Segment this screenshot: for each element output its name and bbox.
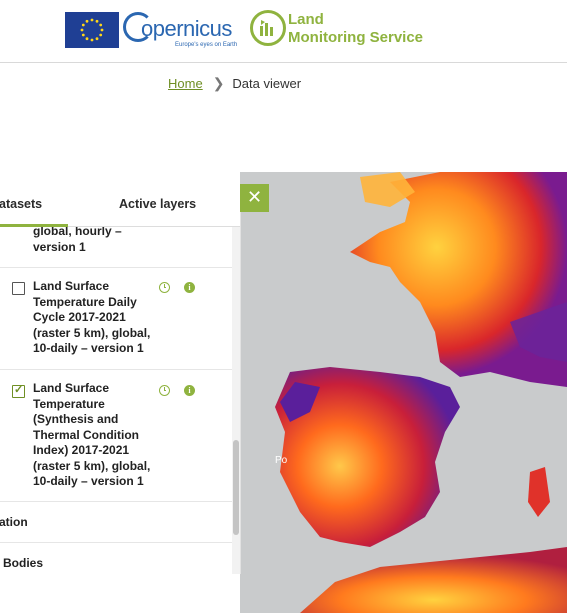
datasets-panel: atasets Active layers global, hourly – v…: [0, 184, 241, 574]
copernicus-tagline: Europe's eyes on Earth: [175, 42, 238, 48]
dataset-title-line: Cycle 2017-2021: [33, 310, 126, 324]
tab-active-layers[interactable]: Active layers: [119, 197, 196, 211]
clock-icon[interactable]: [159, 385, 170, 396]
checkmark-icon: ✓: [14, 384, 24, 396]
service-title-line2: Monitoring Service: [288, 29, 424, 46]
category-item[interactable]: Bodies: [0, 542, 232, 574]
list-item: ✓ Land Surface Temperature (Synthesis an…: [0, 369, 232, 502]
list-item-text: version 1: [33, 239, 86, 254]
close-panel-button[interactable]: ✕: [240, 184, 269, 212]
dataset-title: Land Surface Temperature Daily Cycle 201…: [33, 279, 153, 357]
dataset-title-line: 10-daily – version 1: [33, 474, 144, 488]
copernicus-logo[interactable]: opernicus Europe's eyes on Earth: [123, 10, 237, 50]
service-title-line1: Land: [288, 11, 324, 28]
chevron-right-icon: ❯: [212, 75, 225, 91]
dataset-list: global, hourly – version 1 Land Surface …: [0, 227, 232, 574]
dataset-title-line: 10-daily – version 1: [33, 341, 144, 355]
dataset-title-line: Index) 2017-2021: [33, 443, 130, 457]
list-item: Land Surface Temperature Daily Cycle 201…: [0, 267, 232, 368]
tab-datasets[interactable]: atasets: [0, 197, 42, 211]
info-icon[interactable]: i: [184, 385, 195, 396]
breadcrumb-current: Data viewer: [232, 76, 302, 91]
breadcrumb-home-link[interactable]: Home: [168, 76, 203, 91]
dataset-title-line: Land Surface: [33, 381, 110, 395]
category-label: Bodies: [3, 556, 44, 570]
dataset-title-line: (raster 5 km), global,: [33, 458, 151, 473]
dataset-title-line: (raster 5 km), global,: [33, 325, 151, 340]
site-header: opernicus Europe's eyes on Earth Land Mo…: [0, 0, 567, 63]
dataset-title-line: Temperature: [33, 396, 105, 411]
service-title: Land Monitoring Service: [288, 11, 423, 47]
land-monitoring-logo-icon[interactable]: [250, 10, 286, 46]
dataset-title: Land Surface Temperature (Synthesis and …: [33, 381, 153, 490]
eu-flag-logo: [65, 12, 119, 48]
dataset-checkbox[interactable]: [12, 282, 25, 295]
copernicus-wordmark: opernicus: [141, 16, 232, 41]
breadcrumb: Home ❯ Data viewer: [168, 75, 301, 92]
info-icon[interactable]: i: [184, 282, 195, 293]
dataset-title-line: Thermal Condition: [33, 427, 139, 442]
dataset-title-line: Temperature Daily: [33, 294, 137, 309]
dataset-title-line: Land Surface: [33, 279, 110, 293]
dataset-checkbox-checked[interactable]: ✓: [12, 384, 25, 398]
clock-icon[interactable]: [159, 282, 170, 293]
panel-tabs: atasets Active layers: [0, 184, 240, 227]
land-surface-temperature-layer: [275, 172, 567, 613]
map-viewer[interactable]: Po: [240, 172, 567, 613]
map-place-label: Po: [275, 455, 288, 466]
scrollbar-thumb[interactable]: [233, 440, 239, 535]
category-item[interactable]: ation: [0, 501, 232, 542]
category-label: ation: [0, 515, 28, 529]
list-item-partial[interactable]: global, hourly – version 1: [33, 227, 153, 255]
list-item-text: global, hourly –: [33, 227, 122, 238]
dataset-title-line: (Synthesis and: [33, 412, 119, 426]
